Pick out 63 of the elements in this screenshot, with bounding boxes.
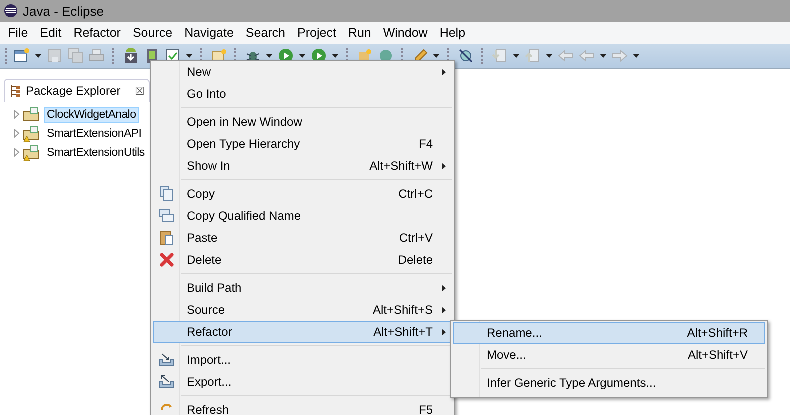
export-icon	[159, 374, 175, 390]
dropdown-caret-icon[interactable]	[633, 54, 640, 58]
window-title: Java - Eclipse	[23, 4, 104, 18]
menu-item[interactable]: Export...	[153, 371, 452, 393]
dropdown-caret-icon[interactable]	[513, 54, 520, 58]
project-folder-icon	[23, 144, 41, 160]
menu-item[interactable]: Import...	[153, 349, 452, 371]
dropdown-caret-icon[interactable]	[600, 54, 607, 58]
package-icon	[11, 85, 21, 97]
project-folder-icon	[23, 106, 41, 122]
menu-item[interactable]: New	[153, 61, 452, 83]
menu-item[interactable]: Open in New Window	[153, 111, 452, 133]
print-icon[interactable]	[89, 48, 105, 64]
menu-item[interactable]: Go Into	[153, 83, 452, 105]
paste-icon	[159, 230, 175, 246]
menu-item[interactable]: Rename... Alt+Shift+R	[453, 322, 765, 344]
view-title: Package Explorer	[26, 84, 121, 98]
menu-item[interactable]: Paste Ctrl+V	[153, 227, 452, 249]
eclipse-logo-icon	[4, 4, 18, 18]
copy-icon	[159, 208, 175, 224]
menu-item[interactable]: File	[2, 26, 34, 40]
delete-icon	[159, 252, 175, 268]
dropdown-caret-icon[interactable]	[266, 54, 273, 58]
download-icon[interactable]	[123, 48, 139, 64]
menu-item[interactable]: Show In Alt+Shift+W	[153, 155, 452, 177]
view-tab[interactable]: Package Explorer ☒	[4, 79, 150, 102]
menu-item[interactable]: Refactor Alt+Shift+T	[153, 321, 452, 343]
dropdown-caret-icon[interactable]	[433, 54, 440, 58]
menu-item[interactable]: Open Type Hierarchy F4	[153, 133, 452, 155]
copy-icon	[159, 186, 175, 202]
menu-item[interactable]: Navigate	[178, 26, 240, 40]
menu-item[interactable]: Help	[434, 26, 472, 40]
dropdown-caret-icon[interactable]	[35, 54, 42, 58]
dropdown-caret-icon[interactable]	[332, 54, 339, 58]
menu-item[interactable]: Source Alt+Shift+S	[153, 299, 452, 321]
menu-item[interactable]: Refresh F5	[153, 399, 452, 415]
menu-item[interactable]: Search	[240, 26, 292, 40]
tree-item[interactable]: SmartExtensionUtils	[44, 144, 148, 160]
menu-item[interactable]: Window	[377, 26, 434, 40]
new-window-icon[interactable]	[14, 48, 30, 64]
dropdown-caret-icon[interactable]	[546, 54, 553, 58]
project-folder-icon	[23, 126, 41, 142]
menu-item[interactable]: Move... Alt+Shift+V	[453, 344, 765, 366]
menu-item[interactable]: Refactor	[68, 26, 127, 40]
import-icon	[159, 352, 175, 368]
menu-item[interactable]: Build Path	[153, 277, 452, 299]
expand-arrow-icon[interactable]	[14, 129, 20, 138]
menu-item[interactable]: Edit	[34, 26, 68, 40]
menu-item[interactable]: Source	[126, 26, 179, 40]
tree-item[interactable]: SmartExtensionAPI	[44, 126, 145, 142]
menu-item[interactable]: Run	[342, 26, 378, 40]
expand-arrow-icon[interactable]	[14, 148, 20, 157]
dropdown-caret-icon[interactable]	[299, 54, 306, 58]
tree-item[interactable]: ClockWidgetAnalo	[44, 106, 140, 122]
close-icon[interactable]: ☒	[135, 84, 145, 98]
dropdown-caret-icon[interactable]	[186, 54, 193, 58]
menu-item[interactable]: Infer Generic Type Arguments...	[453, 372, 765, 394]
expand-arrow-icon[interactable]	[14, 110, 20, 119]
menu-item[interactable]: Copy Qualified Name	[153, 205, 452, 227]
menu-item[interactable]: Delete Delete	[153, 249, 452, 271]
menu-item[interactable]: Project	[292, 26, 342, 40]
crossed-out-icon[interactable]	[458, 48, 474, 64]
menu-item[interactable]: Copy Ctrl+C	[153, 183, 452, 205]
